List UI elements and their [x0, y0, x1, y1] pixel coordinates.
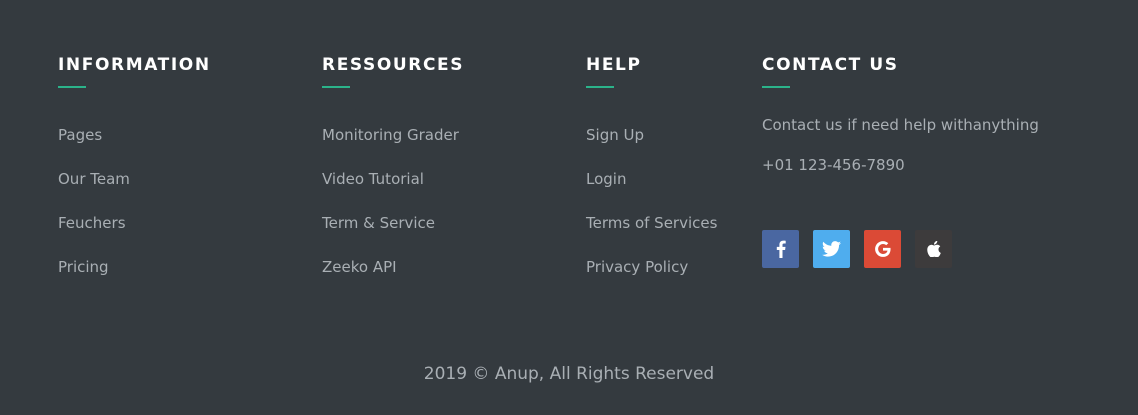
list-item: Monitoring Grader — [322, 125, 464, 169]
footer-link-monitoring-grader[interactable]: Monitoring Grader — [322, 126, 459, 144]
apple-button[interactable] — [915, 230, 952, 268]
contact-phone: +01 123-456-7890 — [762, 156, 905, 174]
list-item: Terms of Services — [586, 213, 717, 257]
footer-link-feuchers[interactable]: Feuchers — [58, 214, 126, 232]
twitter-button[interactable] — [813, 230, 850, 268]
footer-link-pages[interactable]: Pages — [58, 126, 102, 144]
footer-link-sign-up[interactable]: Sign Up — [586, 126, 644, 144]
google-icon — [874, 240, 892, 258]
list-item: Feuchers — [58, 213, 211, 257]
facebook-icon — [776, 240, 786, 258]
footer-link-pricing[interactable]: Pricing — [58, 258, 109, 276]
title-underline — [762, 86, 790, 88]
footer-link-video-tutorial[interactable]: Video Tutorial — [322, 170, 424, 188]
link-list: Monitoring Grader Video Tutorial Term & … — [322, 125, 464, 301]
apple-icon — [926, 241, 941, 257]
title-underline — [586, 86, 614, 88]
footer-column-resources: RESSOURCES Monitoring Grader Video Tutor… — [322, 54, 464, 301]
footer-link-terms-of-services[interactable]: Terms of Services — [586, 214, 717, 232]
contact-text: Contact us if need help withanything — [762, 116, 1039, 134]
social-links — [762, 230, 952, 268]
facebook-button[interactable] — [762, 230, 799, 268]
list-item: Pricing — [58, 257, 211, 301]
list-item: Our Team — [58, 169, 211, 213]
footer-column-information: INFORMATION Pages Our Team Feuchers Pric… — [58, 54, 211, 301]
footer-link-our-team[interactable]: Our Team — [58, 170, 130, 188]
list-item: Login — [586, 169, 717, 213]
footer-link-zeeko-api[interactable]: Zeeko API — [322, 258, 397, 276]
list-item: Sign Up — [586, 125, 717, 169]
list-item: Privacy Policy — [586, 257, 717, 301]
column-title: RESSOURCES — [322, 55, 465, 75]
column-title: HELP — [586, 55, 642, 75]
footer-link-term-service[interactable]: Term & Service — [322, 214, 435, 232]
footer-column-contact: CONTACT US Contact us if need help witha… — [762, 54, 1039, 175]
copyright-text: 2019 © Anup, All Rights Reserved — [423, 364, 715, 384]
title-underline — [58, 86, 86, 88]
footer-column-help: HELP Sign Up Login Terms of Services Pri… — [586, 54, 717, 301]
list-item: Zeeko API — [322, 257, 464, 301]
footer-link-login[interactable]: Login — [586, 170, 626, 188]
google-button[interactable] — [864, 230, 901, 268]
link-list: Sign Up Login Terms of Services Privacy … — [586, 125, 717, 301]
link-list: Pages Our Team Feuchers Pricing — [58, 125, 211, 301]
column-title: CONTACT US — [762, 55, 899, 75]
footer: INFORMATION Pages Our Team Feuchers Pric… — [0, 0, 1138, 415]
list-item: Video Tutorial — [322, 169, 464, 213]
list-item: Term & Service — [322, 213, 464, 257]
column-title: INFORMATION — [58, 55, 211, 75]
footer-link-privacy-policy[interactable]: Privacy Policy — [586, 258, 688, 276]
twitter-icon — [822, 241, 841, 257]
list-item: Pages — [58, 125, 211, 169]
title-underline — [322, 86, 350, 88]
